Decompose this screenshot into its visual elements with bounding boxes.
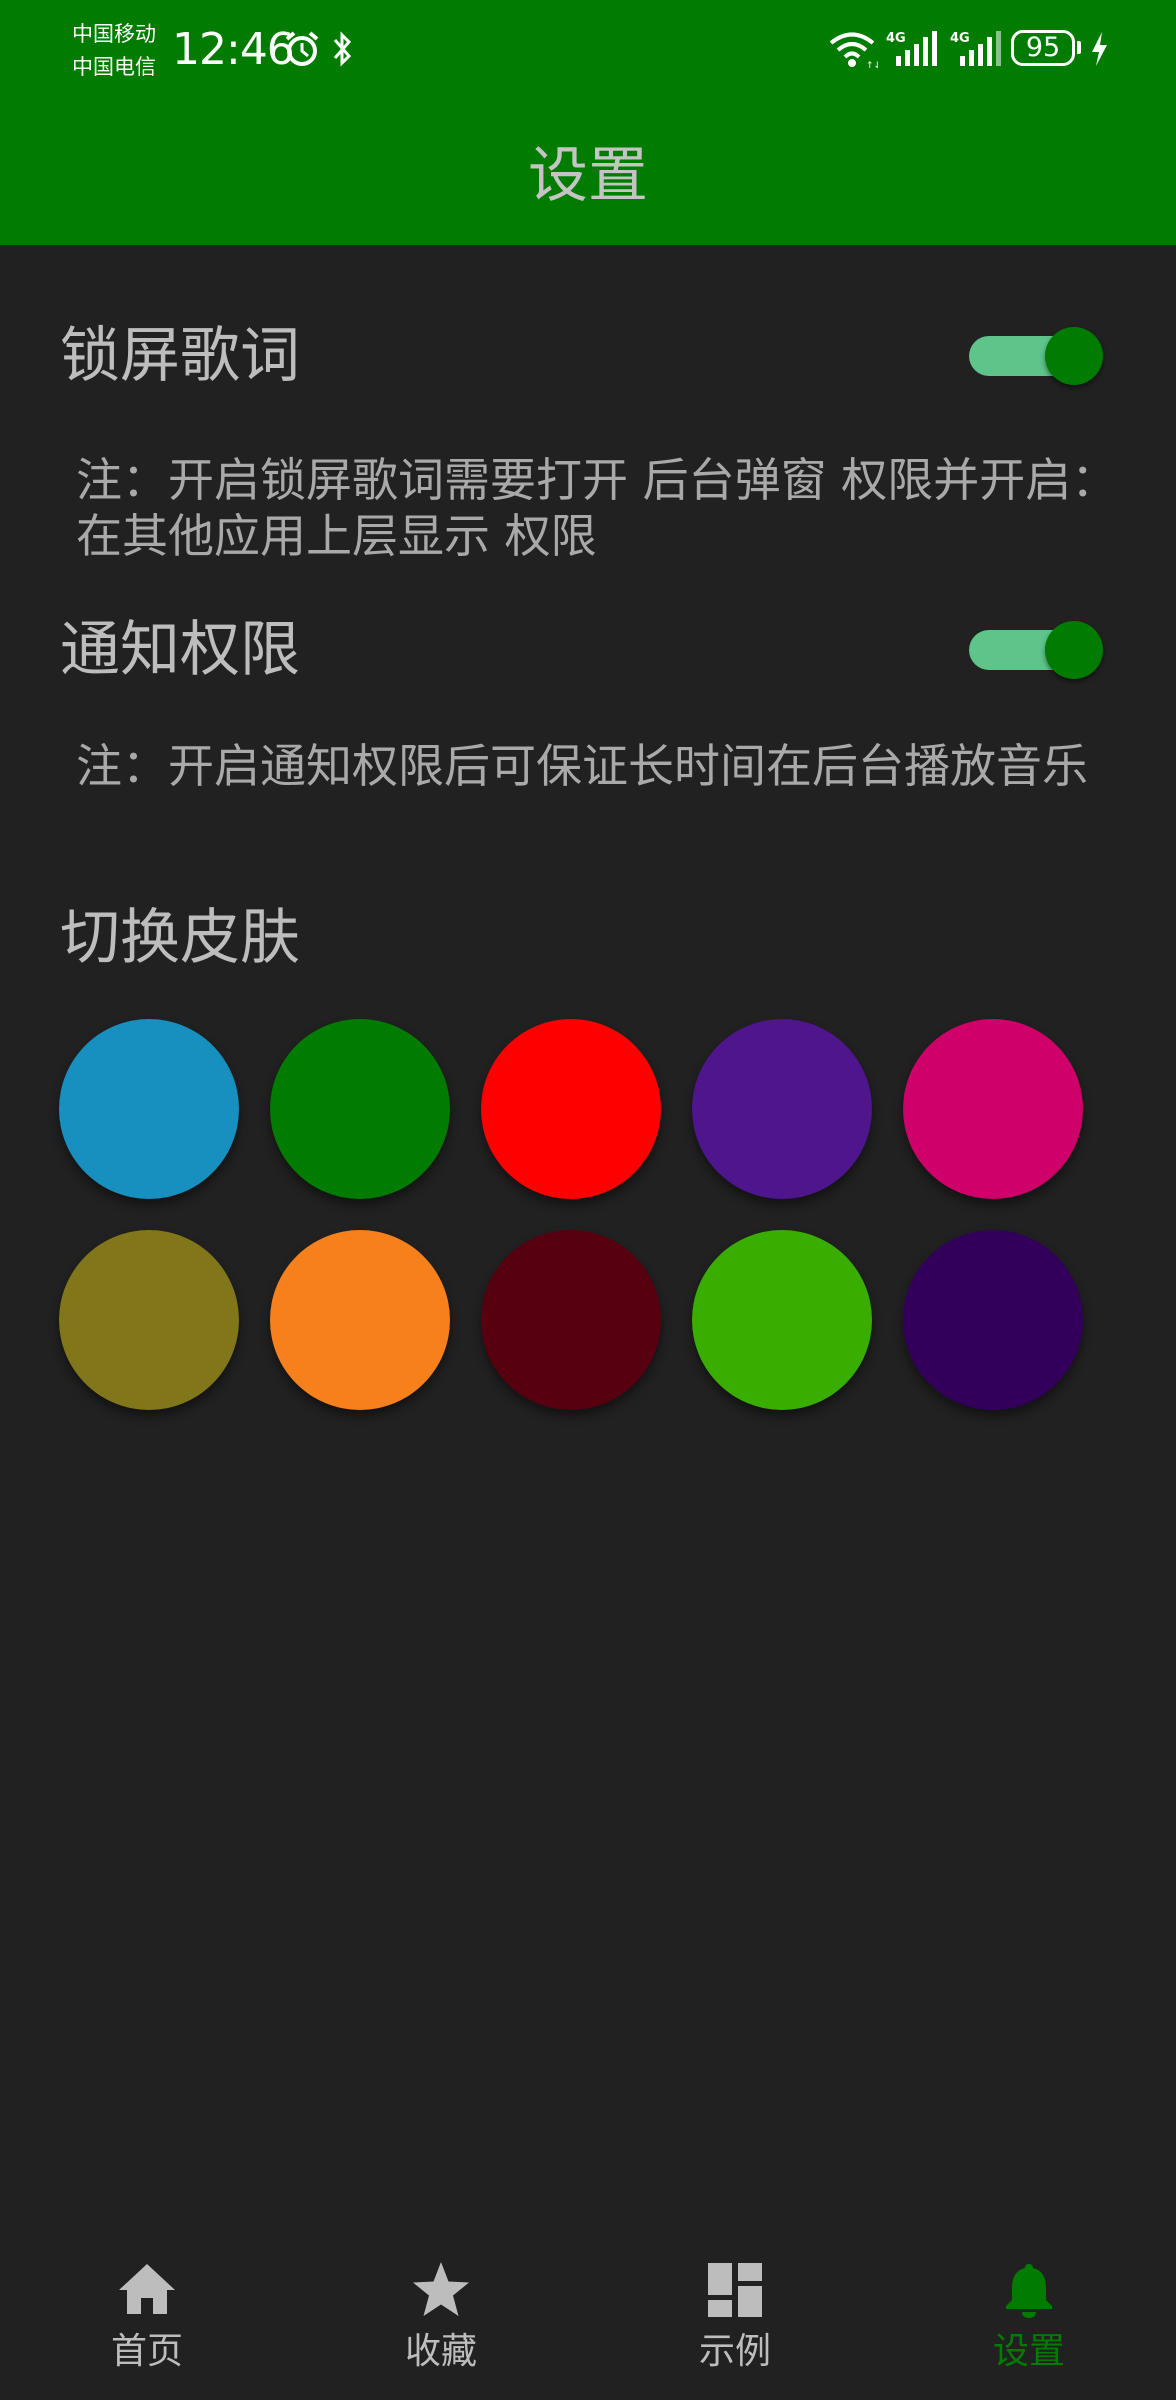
lock-lyrics-note: 注：开启锁屏歌词需要打开 后台弹窗 权限并开启：在其他应用上层显示 权限 xyxy=(76,453,1118,563)
star-icon xyxy=(413,2262,469,2316)
skin-color-swatch[interactable] xyxy=(270,1230,450,1410)
skin-color-swatch[interactable] xyxy=(903,1019,1083,1199)
skin-color-swatch[interactable] xyxy=(903,1230,1083,1410)
alarm-icon xyxy=(285,31,319,66)
bluetooth-icon xyxy=(333,31,352,67)
skin-section-title: 切换皮肤 xyxy=(60,903,300,973)
status-time: 12:46 xyxy=(172,24,295,75)
cell-signal-1-icon: 4G xyxy=(886,31,937,66)
home-icon xyxy=(119,2264,175,2314)
nav-item-favorites[interactable]: 收藏 xyxy=(294,2234,588,2400)
skin-color-swatch[interactable] xyxy=(481,1019,661,1199)
skin-color-swatch[interactable] xyxy=(59,1019,239,1199)
nav-label-examples: 示例 xyxy=(698,2331,771,2372)
skin-color-swatch[interactable] xyxy=(692,1019,872,1199)
dashboard-icon xyxy=(708,2263,762,2317)
bottom-navigation: 首页 收藏 示例 设置 xyxy=(0,2234,1176,2400)
notification-label: 通知权限 xyxy=(60,615,300,685)
skin-color-swatch[interactable] xyxy=(481,1230,661,1410)
svg-text:4G: 4G xyxy=(886,31,906,46)
app-header: 中国移动 中国电信 12:46 ↑↓ 4G 4G 95 设置 xyxy=(0,0,1176,245)
carrier-info: 中国移动 中国电信 xyxy=(72,18,156,84)
wifi-icon: ↑↓ xyxy=(829,32,878,70)
svg-text:↑↓: ↑↓ xyxy=(866,61,878,70)
toggle-thumb xyxy=(1045,327,1103,385)
nav-label-settings: 设置 xyxy=(992,2331,1065,2372)
skin-color-grid xyxy=(59,1019,1085,1411)
nav-item-settings[interactable]: 设置 xyxy=(882,2234,1176,2400)
notification-toggle[interactable] xyxy=(969,619,1105,679)
page-title: 设置 xyxy=(528,141,648,211)
nav-item-home[interactable]: 首页 xyxy=(0,2234,294,2400)
svg-text:4G: 4G xyxy=(950,31,970,46)
notification-note: 注：开启通知权限后可保证长时间在后台播放音乐 xyxy=(76,739,1088,793)
nav-item-examples[interactable]: 示例 xyxy=(588,2234,882,2400)
bell-icon xyxy=(1006,2264,1052,2318)
nav-label-favorites: 收藏 xyxy=(404,2331,477,2372)
nav-label-home: 首页 xyxy=(110,2331,183,2372)
charging-icon xyxy=(1092,32,1107,66)
carrier-1: 中国移动 xyxy=(72,22,156,46)
battery-indicator: 95 xyxy=(1011,30,1075,66)
skin-color-swatch[interactable] xyxy=(270,1019,450,1199)
lock-lyrics-label: 锁屏歌词 xyxy=(60,321,300,391)
cell-signal-2-icon: 4G xyxy=(950,31,1001,66)
skin-color-swatch[interactable] xyxy=(692,1230,872,1410)
toggle-thumb xyxy=(1045,621,1103,679)
lock-lyrics-toggle[interactable] xyxy=(969,325,1105,385)
carrier-2: 中国电信 xyxy=(72,55,156,79)
battery-tip xyxy=(1077,41,1081,54)
skin-color-swatch[interactable] xyxy=(59,1230,239,1410)
